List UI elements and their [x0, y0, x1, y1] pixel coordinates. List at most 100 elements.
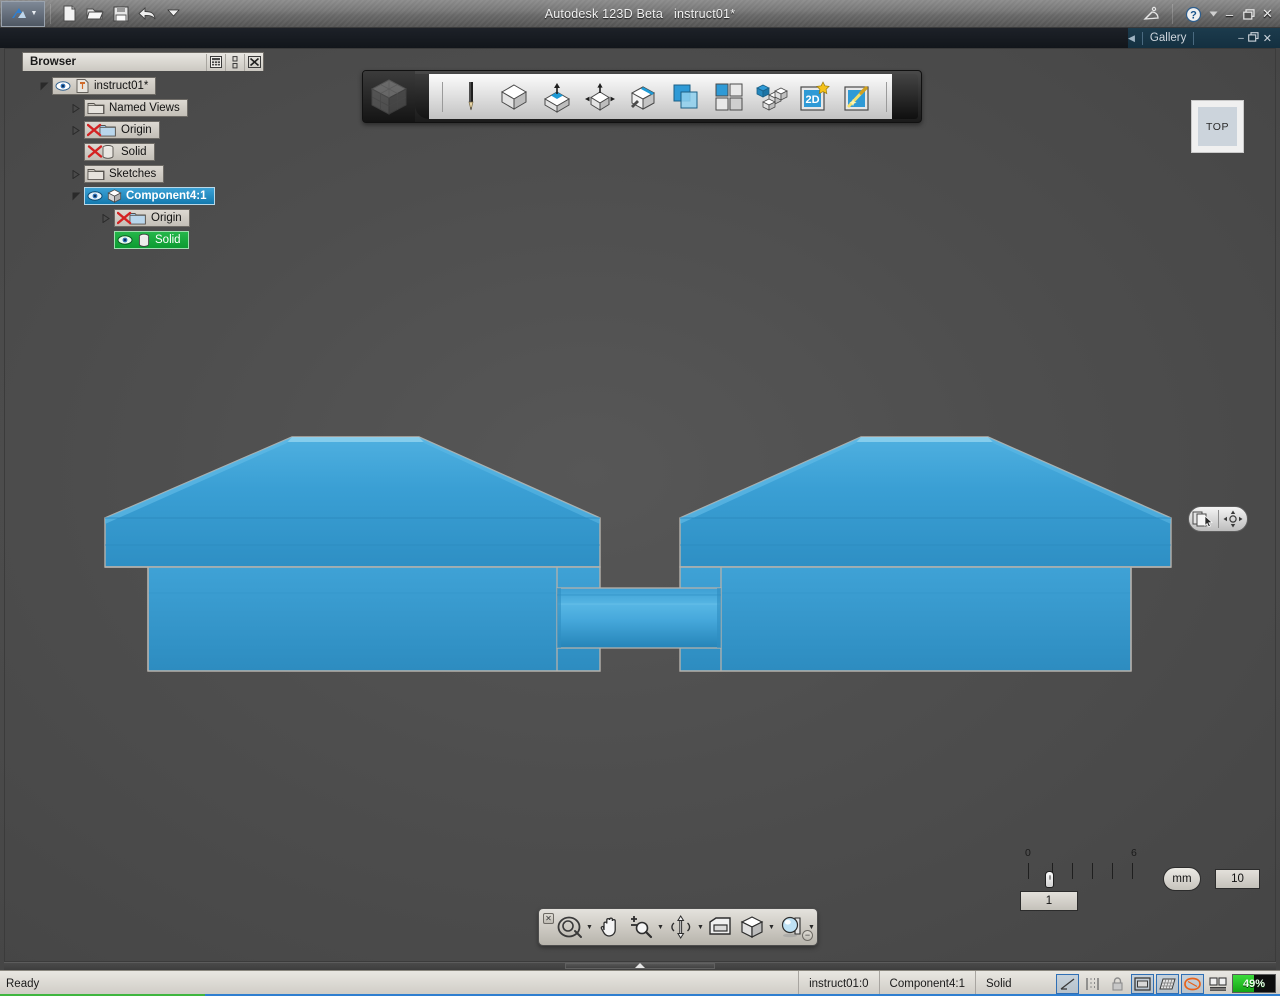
ruler-value-box[interactable]: 1 — [1020, 891, 1078, 911]
tree-node-component4[interactable]: Component4:1 — [22, 185, 264, 207]
node-chip-selected[interactable]: Component4:1 — [84, 187, 215, 205]
browser-close-button[interactable] — [244, 53, 263, 71]
frame-toggle-icon[interactable] — [1131, 973, 1154, 994]
doc-close-button[interactable]: ✕ — [1263, 32, 1272, 45]
measure-toggle-icon[interactable] — [1081, 974, 1104, 994]
window-restore-button[interactable] — [1240, 4, 1257, 24]
tree-node-component-origin[interactable]: Origin — [22, 207, 264, 229]
toolbar-right-cap[interactable] — [892, 74, 918, 119]
material-tool-button[interactable] — [838, 77, 878, 117]
fit-view-button[interactable] — [706, 912, 736, 942]
assembly-tool-button[interactable] — [752, 77, 792, 117]
ruler-max-box[interactable]: 10 — [1215, 869, 1260, 889]
grid-tool-button[interactable] — [709, 77, 749, 117]
ruler-unit-button[interactable]: mm — [1163, 867, 1201, 891]
eye-icon[interactable] — [55, 80, 71, 92]
application-window: ▼ Autodesk 123D Beta instruct01* ? – ✕ ◀… — [0, 0, 1280, 996]
chevron-down-icon[interactable]: ▼ — [767, 924, 776, 931]
hidden-x-icon[interactable] — [87, 144, 117, 160]
tree-node-component-solid[interactable]: Solid — [22, 229, 264, 251]
pattern-tool-button[interactable] — [623, 77, 663, 117]
expander-collapsed-icon[interactable] — [68, 163, 84, 185]
ruler-slider-handle[interactable] — [1045, 871, 1054, 888]
select-object-button[interactable] — [1189, 510, 1218, 528]
expander-collapsed-icon[interactable] — [68, 119, 84, 141]
hidden-x-icon[interactable] — [87, 123, 117, 138]
model-right-half[interactable] — [679, 436, 1172, 672]
grid-toggle-icon[interactable] — [1156, 973, 1179, 994]
viewcube-face-label[interactable]: TOP — [1198, 107, 1237, 146]
undo-button[interactable] — [134, 2, 160, 26]
view-cube[interactable]: TOP — [1191, 100, 1244, 153]
save-file-button[interactable] — [108, 2, 134, 26]
move-widget-button[interactable] — [1219, 510, 1248, 528]
expander-expanded-icon[interactable] — [36, 75, 52, 97]
open-file-button[interactable] — [82, 2, 108, 26]
tree-node-named-views[interactable]: Named Views — [22, 97, 264, 119]
cylinder-icon — [137, 233, 151, 248]
node-chip[interactable]: Origin — [84, 121, 160, 139]
construct-tool-button[interactable] — [537, 77, 577, 117]
navbar-minimize-button[interactable]: − — [802, 930, 813, 941]
tree-node-solid-root[interactable]: Solid — [22, 141, 264, 163]
toolbar-logo-zone[interactable] — [363, 71, 415, 122]
orbit-tool-button[interactable]: ▼ — [666, 912, 705, 942]
restore-window-icon — [1247, 31, 1259, 42]
node-chip[interactable]: Named Views — [84, 99, 188, 117]
zoom-tool-button[interactable]: ▼ — [626, 912, 665, 942]
node-chip[interactable]: Sketches — [84, 165, 165, 183]
lock-toggle-icon[interactable] — [1106, 974, 1129, 994]
sketch-toggle-icon[interactable] — [1181, 973, 1204, 994]
help-button[interactable]: ? — [1180, 2, 1206, 26]
expander-collapsed-icon[interactable] — [98, 207, 114, 229]
triangle-left-icon[interactable]: ◀ — [1128, 33, 1135, 44]
sketch-tool-button[interactable] — [451, 77, 491, 117]
expander-expanded-icon[interactable] — [68, 185, 84, 207]
doc-restore-button[interactable] — [1247, 31, 1259, 45]
chevron-down-icon[interactable]: ▼ — [585, 924, 594, 931]
tree-node-sketches[interactable]: Sketches — [22, 163, 264, 185]
doc-minimize-button[interactable]: – — [1238, 33, 1244, 44]
window-layout-icon[interactable] — [1206, 974, 1229, 994]
node-chip[interactable]: Origin — [114, 209, 190, 227]
tree-node-label: Origin — [121, 124, 152, 136]
tree-node-origin[interactable]: Origin — [22, 119, 264, 141]
eye-icon[interactable] — [87, 190, 103, 202]
gallery-tab[interactable]: ◀ Gallery – ✕ — [1128, 28, 1280, 48]
window-minimize-button[interactable]: – — [1221, 4, 1238, 24]
modify-tool-button[interactable] — [580, 77, 620, 117]
new-file-button[interactable] — [56, 2, 82, 26]
node-chip[interactable]: instruct01* — [52, 77, 157, 95]
browser-filter-button[interactable] — [206, 53, 225, 71]
viewport-3d[interactable]: Browser instruct01* Named Views Origin S… — [0, 48, 1280, 970]
quick-access-more-button[interactable] — [160, 2, 186, 26]
hidden-x-icon[interactable] — [117, 211, 147, 226]
app-logo-button[interactable]: ▼ — [1, 0, 45, 27]
navbar-close-button[interactable]: ✕ — [543, 913, 554, 924]
browser-collapse-button[interactable] — [225, 53, 244, 71]
open-folder-icon — [86, 8, 104, 19]
satellite-status-button[interactable] — [1139, 2, 1165, 26]
node-chip-active[interactable]: Solid — [114, 231, 189, 249]
autodesk-123d-logo-icon — [11, 7, 26, 18]
viewport-collapse-handle[interactable] — [565, 963, 715, 969]
model-left-half[interactable] — [104, 436, 601, 672]
window-close-button[interactable]: ✕ — [1259, 4, 1276, 24]
eye-icon[interactable] — [117, 234, 133, 246]
snap-toggle-icon[interactable] — [1056, 973, 1079, 994]
toolbar-divider — [50, 3, 51, 24]
display-mode-button[interactable]: ▼ — [737, 912, 776, 942]
tree-node-instruct01[interactable]: instruct01* — [22, 75, 264, 97]
tree-node-label: Sketches — [109, 168, 157, 180]
expander-collapsed-icon[interactable] — [68, 97, 84, 119]
chevron-down-icon[interactable]: ▼ — [696, 924, 705, 931]
help-dropdown-button[interactable] — [1208, 11, 1219, 17]
viewcube-nav-button[interactable]: ▼ — [555, 912, 594, 942]
pan-tool-button[interactable] — [595, 912, 625, 942]
ruler-tick-label: 0 — [1025, 847, 1031, 859]
drawing-2d-button[interactable]: 2D — [795, 77, 835, 117]
combine-tool-button[interactable] — [666, 77, 706, 117]
node-chip[interactable]: Solid — [84, 143, 155, 161]
primitives-tool-button[interactable] — [494, 77, 534, 117]
chevron-down-icon[interactable]: ▼ — [656, 924, 665, 931]
